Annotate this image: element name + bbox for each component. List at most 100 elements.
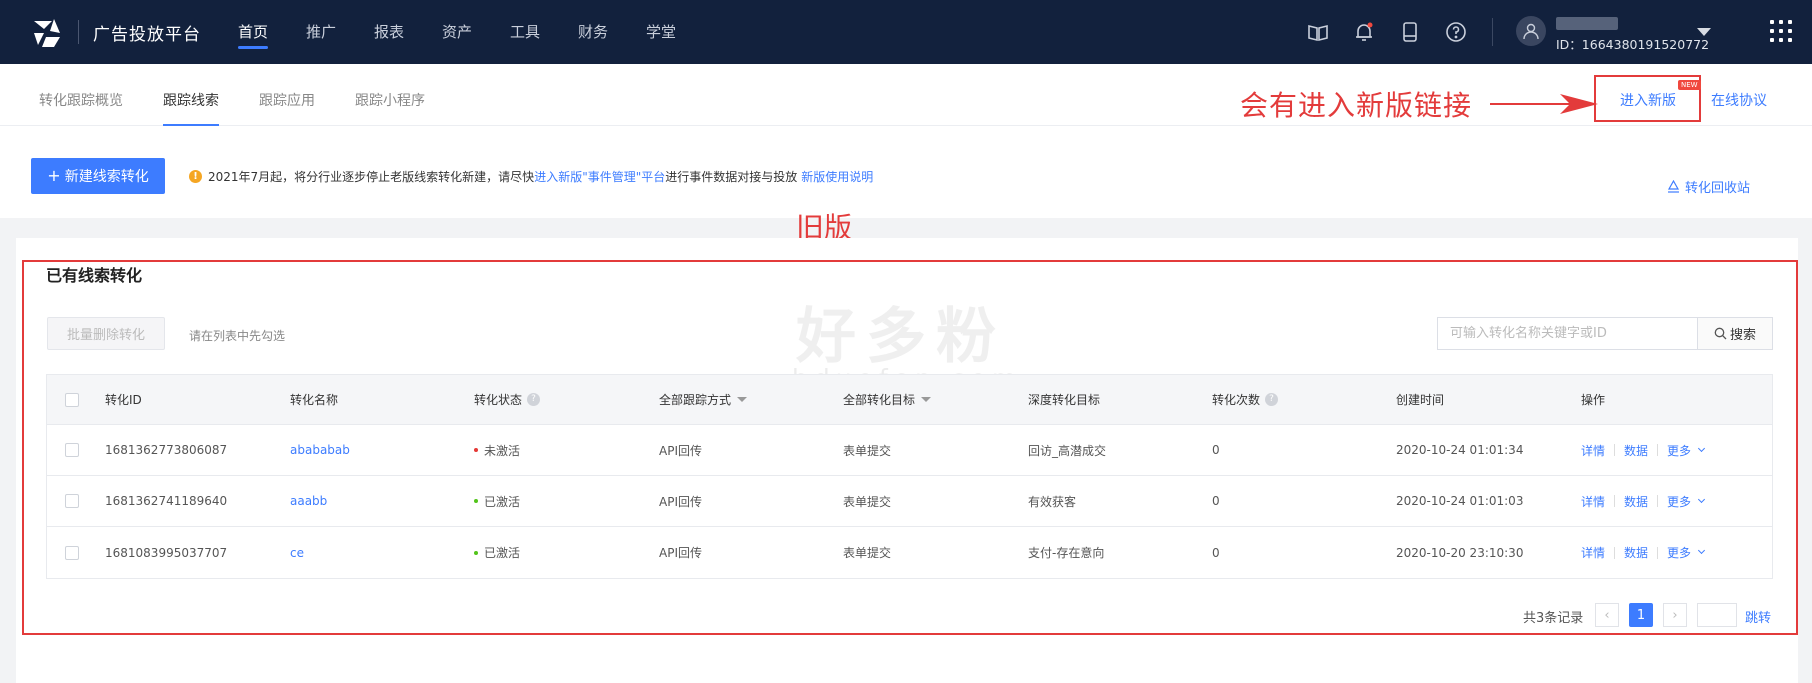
more-link[interactable]: 更多 [1667, 544, 1691, 561]
mobile-icon[interactable] [1398, 20, 1422, 44]
nav-item-finance[interactable]: 财务 [578, 0, 646, 64]
nav-item-assets[interactable]: 资产 [442, 0, 510, 64]
new-button-label: 新建线索转化 [64, 169, 149, 185]
data-link[interactable]: 数据 [1624, 544, 1648, 561]
col-count: 转化次数? [1212, 375, 1279, 424]
detail-link[interactable]: 详情 [1581, 442, 1605, 459]
nav-item-promotion[interactable]: 推广 [306, 0, 374, 64]
help-icon[interactable]: ? [1265, 393, 1279, 406]
table-row: 1681362741189640 aaabb 已激活 API回传 表单提交 有效… [47, 476, 1772, 527]
col-conversion-id: 转化ID [105, 393, 142, 407]
batch-delete-button[interactable]: 批量删除转化 [47, 317, 165, 350]
cell-name-link[interactable]: ce [290, 527, 304, 578]
cell-deep: 支付-存在意向 [1028, 546, 1105, 560]
chevron-down-icon[interactable] [1697, 28, 1711, 36]
nav-item-home[interactable]: 首页 [238, 0, 306, 64]
row-checkbox[interactable] [65, 545, 79, 560]
cell-ops: 详情 数据 更多 [1581, 527, 1706, 578]
cell-count: 0 [1212, 545, 1220, 560]
status-label: 已激活 [484, 494, 521, 509]
chevron-down-icon[interactable] [1698, 444, 1706, 452]
cell-count: 0 [1212, 443, 1220, 457]
search-button-label: 搜索 [1729, 328, 1756, 343]
cell-status: 已激活 [474, 527, 520, 578]
detail-link[interactable]: 详情 [1581, 493, 1605, 510]
enter-new-version-link[interactable]: 进入新版 [1620, 90, 1676, 110]
cell-goal: 表单提交 [843, 546, 892, 560]
page-jump-input[interactable] [1697, 603, 1737, 627]
avatar[interactable] [1516, 16, 1546, 46]
cell-ops: 详情 数据 更多 [1581, 425, 1706, 475]
batch-hint: 请在列表中先勾选 [189, 329, 286, 343]
data-link[interactable]: 数据 [1624, 442, 1648, 459]
search-button[interactable]: 搜索 [1697, 317, 1773, 350]
list-title: 已有线索转化 [46, 266, 143, 285]
col-conversion-name: 转化名称 [290, 393, 339, 407]
user-id: ID：1664380191520772 [1556, 37, 1710, 52]
chevron-down-icon[interactable] [1698, 495, 1706, 503]
col-conversion-goal[interactable]: 全部转化目标 [843, 375, 932, 424]
tab-track-miniprogram[interactable]: 跟踪小程序 [355, 90, 425, 110]
top-divider [1492, 18, 1493, 46]
chevron-down-icon[interactable] [1698, 546, 1706, 555]
app-grid-icon[interactable] [1770, 20, 1792, 42]
more-link[interactable]: 更多 [1667, 493, 1691, 510]
conversion-recycle-bin-link[interactable]: 转化回收站 [1667, 177, 1750, 196]
new-version-guide-link[interactable]: 新版使用说明 [801, 168, 873, 185]
annotation-arrow-icon [1490, 94, 1598, 114]
col-created: 创建时间 [1396, 393, 1445, 407]
platform-logo-icon[interactable] [30, 15, 64, 49]
conversion-table: 转化ID 转化名称 转化状态? 全部跟踪方式 全部转化目标 深度转化目标 转化次… [46, 374, 1773, 579]
current-page[interactable]: 1 [1629, 603, 1653, 627]
book-icon[interactable] [1306, 20, 1330, 44]
warning-icon: ! [189, 170, 202, 183]
tab-track-leads[interactable]: 跟踪线索 [163, 90, 219, 126]
recycle-label: 转化回收站 [1685, 181, 1751, 196]
search-input[interactable] [1437, 317, 1697, 350]
row-checkbox[interactable] [65, 443, 79, 457]
row-checkbox[interactable] [65, 494, 79, 508]
tab-conversion-overview[interactable]: 转化跟踪概览 [39, 90, 123, 110]
col-deep-goal: 深度转化目标 [1028, 393, 1101, 407]
cell-name-link[interactable]: aaabb [290, 476, 327, 526]
new-badge: NEW [1678, 80, 1701, 90]
nav-item-academy[interactable]: 学堂 [646, 0, 714, 64]
page-jump-button[interactable]: 跳转 [1745, 607, 1771, 626]
more-link[interactable]: 更多 [1667, 442, 1691, 459]
table-row: 1681362773806087 abababab 未激活 API回传 表单提交… [47, 425, 1772, 476]
col-status-label: 转化状态 [474, 393, 523, 407]
username-redacted [1556, 17, 1618, 30]
col-track-method[interactable]: 全部跟踪方式 [659, 375, 748, 424]
brand-title: 广告投放平台 [93, 25, 201, 45]
help-icon[interactable] [1444, 20, 1468, 44]
col-track-method-label: 全部跟踪方式 [659, 393, 732, 407]
notice-text-middle: 进行事件数据对接与投放 [665, 170, 798, 184]
top-icon-group [1306, 20, 1468, 44]
next-page-button[interactable]: › [1663, 603, 1687, 627]
help-icon[interactable]: ? [527, 393, 541, 406]
tab-track-apps[interactable]: 跟踪应用 [259, 90, 315, 110]
detail-link[interactable]: 详情 [1581, 544, 1605, 561]
select-all-checkbox[interactable] [65, 392, 79, 407]
top-navbar: 广告投放平台 首页 推广 报表 资产 工具 财务 学堂 ID：166438019… [0, 0, 1812, 64]
cell-id: 1681362773806087 [105, 443, 228, 457]
status-dot [474, 499, 478, 503]
new-lead-conversion-button[interactable]: + 新建线索转化 [31, 158, 165, 194]
data-link[interactable]: 数据 [1624, 493, 1648, 510]
bell-icon[interactable] [1352, 20, 1376, 44]
cell-goal: 表单提交 [843, 443, 892, 458]
table-header: 转化ID 转化名称 转化状态? 全部跟踪方式 全部转化目标 深度转化目标 转化次… [47, 375, 1772, 425]
notice-bar: ! 2021年7月起，将分行业逐步停止老版线索转化新建，请尽快 进入新版"事件管… [189, 168, 873, 185]
nav-item-tools[interactable]: 工具 [510, 0, 578, 64]
prev-page-button[interactable]: ‹ [1595, 603, 1619, 627]
nav-item-reports[interactable]: 报表 [374, 0, 442, 64]
cell-name-link[interactable]: abababab [290, 425, 350, 475]
status-dot [474, 550, 478, 555]
dropdown-icon [921, 397, 932, 402]
event-management-link[interactable]: 进入新版"事件管理"平台 [534, 168, 665, 185]
online-protocol-link[interactable]: 在线协议 [1711, 90, 1767, 110]
total-records: 共3条记录 [1523, 611, 1584, 626]
logo-divider [78, 20, 79, 44]
cell-method: API回传 [659, 546, 702, 560]
annotation-text: 会有进入新版链接 [1240, 89, 1473, 122]
